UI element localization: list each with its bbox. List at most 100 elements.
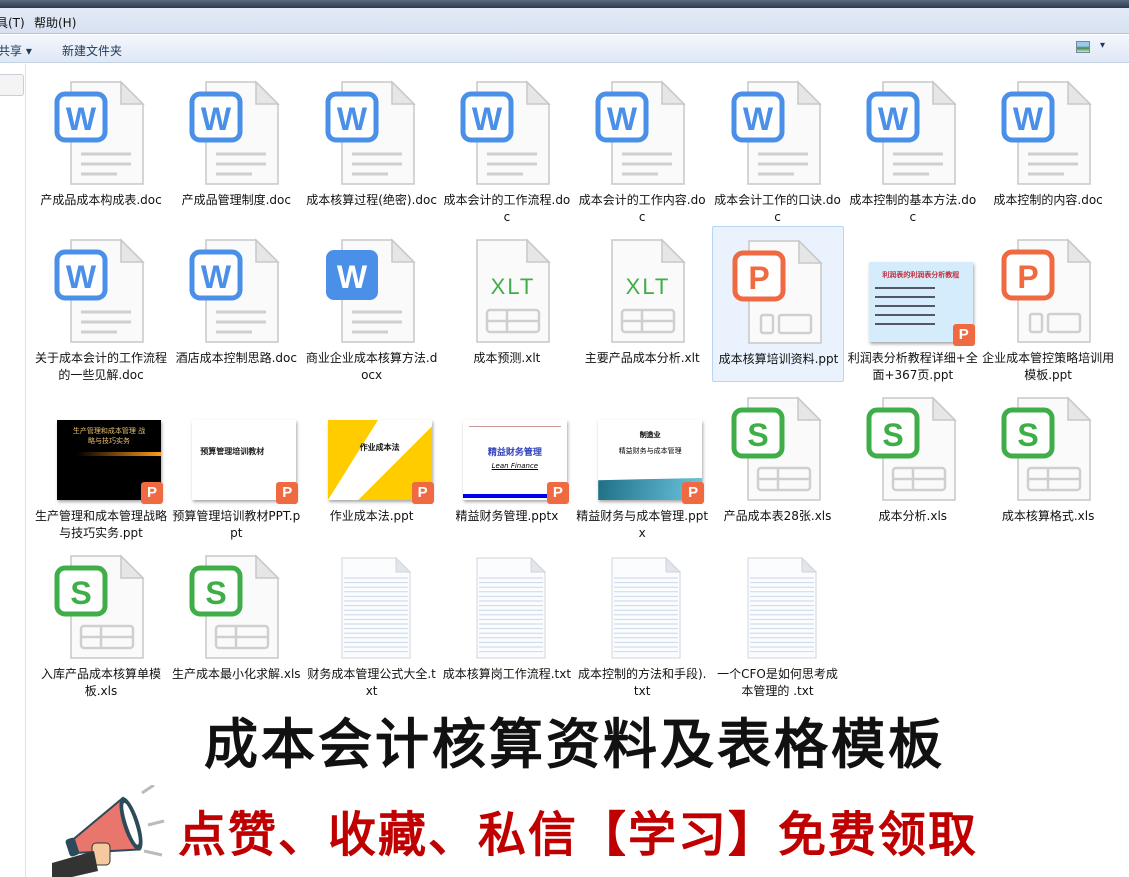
thumb-subtitle: 精益财务与成本管理 bbox=[598, 446, 702, 456]
file-name: 入库产品成本核算单模板.xls bbox=[35, 666, 167, 700]
slide-thumbnail: 生产管理和成本管理 战略与技巧实务P bbox=[51, 396, 151, 504]
word-file-icon: W bbox=[51, 238, 151, 346]
thumb-title: 作业成本法 bbox=[360, 442, 400, 453]
file-item[interactable]: W 商业企业成本核算方法.docx bbox=[306, 226, 438, 382]
file-name: 成本会计工作的口诀.doc bbox=[712, 192, 844, 226]
file-name: 生产管理和成本管理战略与技巧实务.ppt bbox=[35, 508, 167, 542]
word-file-icon: W bbox=[186, 80, 286, 188]
ppt-badge-icon: P bbox=[953, 324, 975, 346]
file-item[interactable]: 预算管理培训教材 P 预算管理培训教材PPT.ppt bbox=[170, 384, 302, 540]
svg-text:W: W bbox=[1013, 101, 1044, 137]
file-name: 作业成本法.ppt bbox=[306, 508, 438, 525]
svg-text:W: W bbox=[336, 259, 367, 295]
file-item[interactable]: S 成本核算格式.xls bbox=[982, 384, 1114, 540]
svg-text:W: W bbox=[607, 101, 638, 137]
file-name: 成本核算培训资料.ppt bbox=[713, 351, 845, 368]
file-item[interactable]: W 成本会计的工作流程.doc bbox=[441, 68, 573, 224]
xls-file-icon: S bbox=[186, 554, 286, 662]
share-button[interactable]: 共享 ▾ bbox=[0, 42, 32, 59]
svg-text:W: W bbox=[201, 259, 232, 295]
file-item[interactable]: 作业成本法P作业成本法.ppt bbox=[306, 384, 438, 540]
file-name: 成本控制的方法和手段).txt bbox=[576, 666, 708, 700]
file-item[interactable]: S成本分析.xls bbox=[847, 384, 979, 540]
file-item[interactable]: 一个CFO是如何思考成本管理的 .txt bbox=[712, 542, 844, 698]
svg-text:P: P bbox=[1017, 259, 1038, 295]
thumb-title: 预算管理培训教材 bbox=[200, 446, 296, 457]
view-options-icon[interactable] bbox=[1076, 41, 1090, 53]
nav-item[interactable] bbox=[0, 74, 24, 96]
svg-text:W: W bbox=[201, 101, 232, 137]
file-item[interactable]: W 酒店成本控制思路.doc bbox=[170, 226, 302, 382]
file-item[interactable]: W 产成品成本构成表.doc bbox=[35, 68, 167, 224]
file-item[interactable]: 生产管理和成本管理 战略与技巧实务P 生产管理和成本管理战略与技巧实务.ppt bbox=[35, 384, 167, 540]
file-name: 成本核算岗工作流程.txt bbox=[441, 666, 573, 683]
wordx-file-icon: W bbox=[322, 238, 422, 346]
menu-help[interactable]: 帮助(H) bbox=[34, 14, 76, 31]
file-name: 酒店成本控制思路.doc bbox=[170, 350, 302, 367]
word-file-icon: W bbox=[592, 80, 692, 188]
file-item[interactable]: P 成本核算培训资料.ppt bbox=[712, 226, 844, 382]
file-item[interactable]: W 成本控制的内容.doc bbox=[982, 68, 1114, 224]
svg-text:S: S bbox=[747, 417, 768, 453]
toolbar: 共享 ▾ 新建文件夹 ▾ bbox=[0, 35, 1129, 63]
xlt-file-icon: XLT bbox=[592, 238, 692, 346]
new-folder-button[interactable]: 新建文件夹 bbox=[62, 42, 122, 59]
file-name: 成本预测.xlt bbox=[441, 350, 573, 367]
ppt-badge-icon: P bbox=[682, 482, 704, 504]
ppt-file-icon: P bbox=[729, 239, 829, 347]
file-item[interactable]: 成本核算岗工作流程.txt bbox=[441, 542, 573, 698]
thumb-title: 利润表的利润表分析教程 bbox=[869, 270, 973, 280]
txt-file-icon bbox=[592, 554, 692, 662]
file-name: 成本核算格式.xls bbox=[982, 508, 1114, 525]
file-item[interactable]: 成本控制的方法和手段).txt bbox=[576, 542, 708, 698]
xlt-file-icon: XLT bbox=[457, 238, 557, 346]
file-item[interactable]: 利润表的利润表分析教程P利润表分析教程详细+全面+367页.ppt bbox=[847, 226, 979, 382]
file-name: 产品成本表28张.xls bbox=[712, 508, 844, 525]
window-title-bar bbox=[0, 0, 1129, 8]
file-name: 利润表分析教程详细+全面+367页.ppt bbox=[847, 350, 979, 384]
file-name: 精益财务管理.pptx bbox=[441, 508, 573, 525]
word-file-icon: W bbox=[186, 238, 286, 346]
file-item[interactable]: W产成品管理制度.doc bbox=[170, 68, 302, 224]
file-item[interactable]: S 产品成本表28张.xls bbox=[712, 384, 844, 540]
menu-bar: 具(T) 帮助(H) bbox=[0, 8, 1129, 34]
file-name: 成本控制的内容.doc bbox=[982, 192, 1114, 209]
file-name: 成本会计的工作流程.doc bbox=[441, 192, 573, 226]
view-dropdown-icon[interactable]: ▾ bbox=[1100, 40, 1105, 51]
file-item[interactable]: XLT 主要产品成本分析.xlt bbox=[576, 226, 708, 382]
xls-file-icon: S bbox=[998, 396, 1098, 504]
file-name: 主要产品成本分析.xlt bbox=[576, 350, 708, 367]
file-item[interactable]: W关于成本会计的工作流程的一些见解.doc bbox=[35, 226, 167, 382]
file-item[interactable]: W成本控制的基本方法.doc bbox=[847, 68, 979, 224]
ppt-badge-icon: P bbox=[276, 482, 298, 504]
word-file-icon: W bbox=[51, 80, 151, 188]
file-item[interactable]: 制造业精益财务与成本管理P精益财务与成本管理.pptx bbox=[576, 384, 708, 540]
svg-text:W: W bbox=[878, 101, 909, 137]
file-item[interactable]: S入库产品成本核算单模板.xls bbox=[35, 542, 167, 698]
file-name: 成本核算过程(绝密).doc bbox=[306, 192, 438, 209]
menu-tools[interactable]: 具(T) bbox=[0, 14, 25, 31]
xls-file-icon: S bbox=[728, 396, 828, 504]
file-item[interactable]: S生产成本最小化求解.xls bbox=[170, 542, 302, 698]
file-item[interactable]: 精益财务管理Lean FinanceP精益财务管理.pptx bbox=[441, 384, 573, 540]
file-name: 产成品成本构成表.doc bbox=[35, 192, 167, 209]
file-name: 预算管理培训教材PPT.ppt bbox=[170, 508, 302, 542]
svg-text:XLT: XLT bbox=[626, 274, 671, 299]
ppt-badge-icon: P bbox=[141, 482, 163, 504]
slide-thumbnail: 利润表的利润表分析教程P bbox=[863, 238, 963, 346]
svg-text:W: W bbox=[336, 101, 367, 137]
svg-text:XLT: XLT bbox=[491, 274, 536, 299]
file-name: 商业企业成本核算方法.docx bbox=[306, 350, 438, 384]
file-item[interactable]: P企业成本管控策略培训用模板.ppt bbox=[982, 226, 1114, 382]
banner-title: 成本会计核算资料及表格模板 bbox=[0, 700, 1129, 779]
file-item[interactable]: W 成本核算过程(绝密).doc bbox=[306, 68, 438, 224]
file-name: 一个CFO是如何思考成本管理的 .txt bbox=[712, 666, 844, 700]
word-file-icon: W bbox=[457, 80, 557, 188]
txt-file-icon bbox=[728, 554, 828, 662]
file-name: 成本会计的工作内容.doc bbox=[576, 192, 708, 226]
file-item[interactable]: W 成本会计的工作内容.doc bbox=[576, 68, 708, 224]
svg-text:S: S bbox=[206, 575, 227, 611]
file-item[interactable]: XLT 成本预测.xlt bbox=[441, 226, 573, 382]
file-item[interactable]: W成本会计工作的口诀.doc bbox=[712, 68, 844, 224]
file-item[interactable]: 财务成本管理公式大全.txt bbox=[306, 542, 438, 698]
